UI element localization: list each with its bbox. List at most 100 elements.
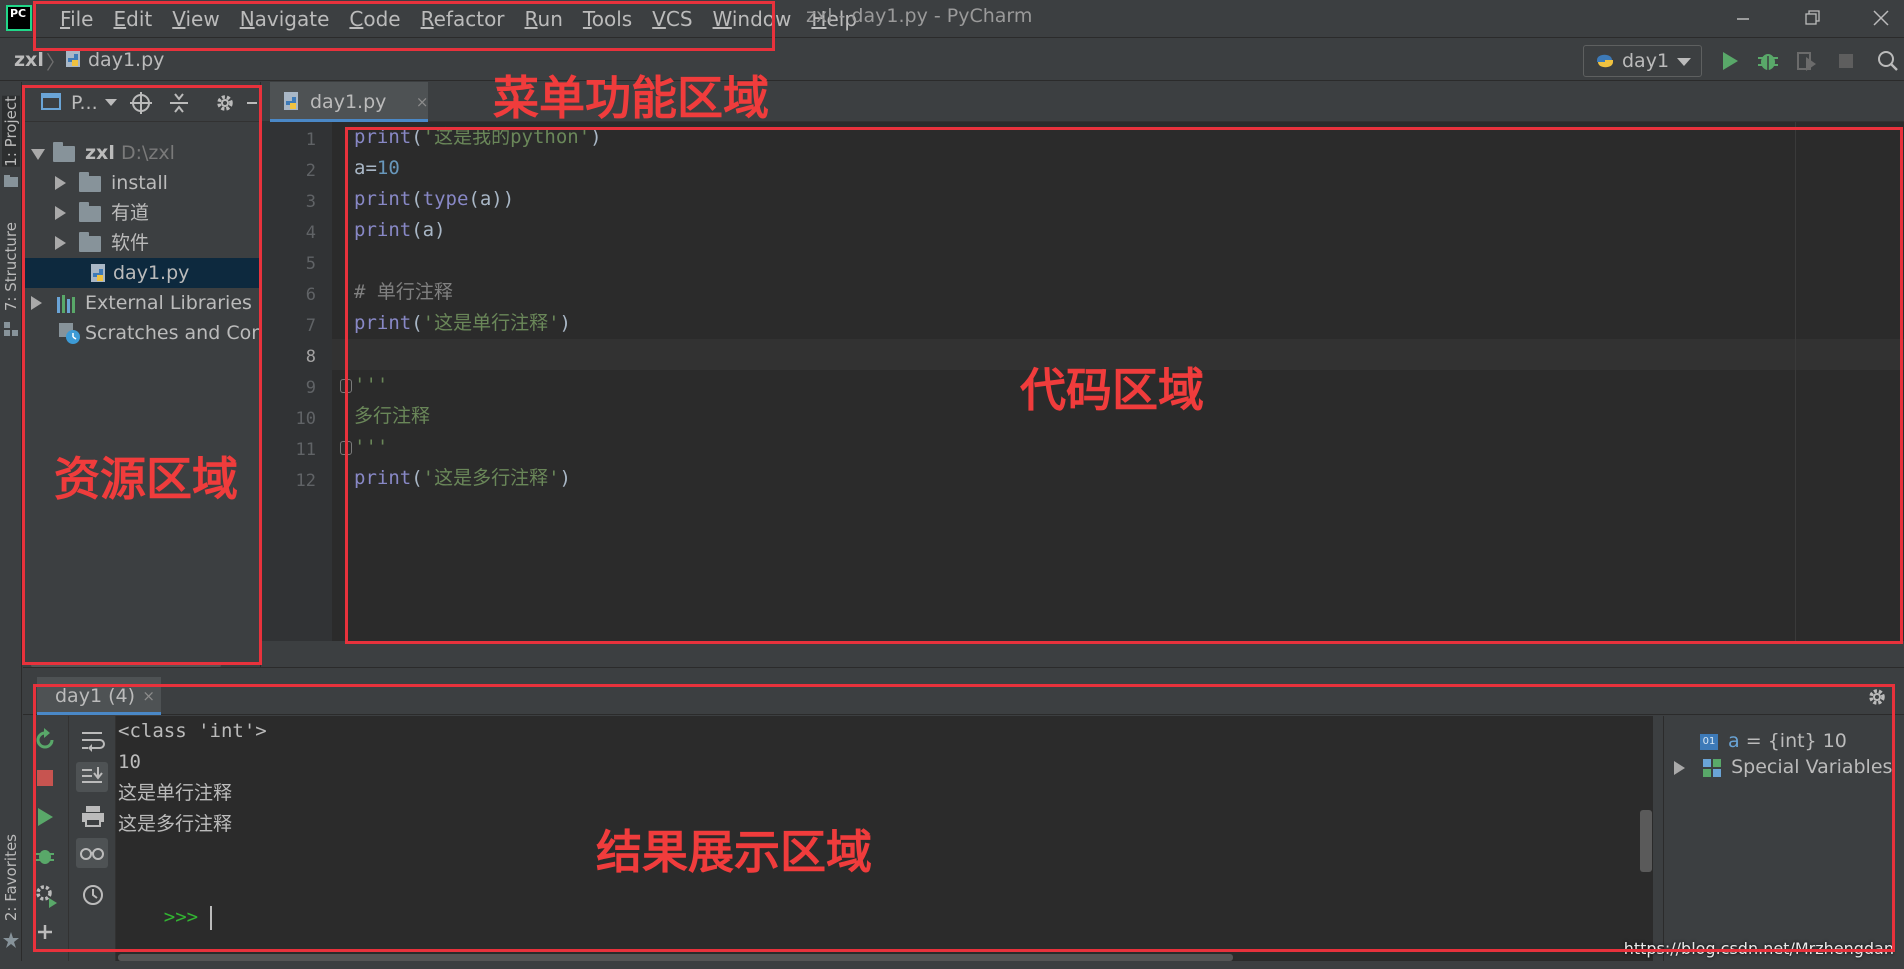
stop-icon[interactable] bbox=[1832, 47, 1860, 75]
minimize-icon[interactable] bbox=[1728, 4, 1758, 32]
python-console-output[interactable]: <class 'int'> 10 这是单行注释 这是多行注释 >>> bbox=[116, 716, 1653, 961]
hide-panel-icon[interactable] bbox=[247, 102, 257, 104]
debug-icon[interactable] bbox=[33, 844, 57, 868]
run-tab-label: day1 (4) bbox=[55, 685, 135, 707]
library-icon bbox=[57, 295, 79, 313]
project-view-selector[interactable]: P... bbox=[71, 92, 98, 114]
tab-day1-py[interactable]: day1.py × bbox=[270, 82, 429, 122]
tree-node-external-libraries[interactable]: External Libraries bbox=[23, 288, 261, 318]
code-token: ) bbox=[590, 126, 602, 148]
tab-run-day1[interactable]: day1 (4) × bbox=[37, 677, 161, 715]
line-number: 9 bbox=[305, 378, 316, 398]
project-tool-window: P... zxl D:\zxl install 有道 软件 day1.py Ex… bbox=[23, 82, 261, 668]
expand-arrow-icon[interactable] bbox=[55, 176, 66, 190]
scroll-to-end-icon[interactable] bbox=[76, 762, 108, 792]
tree-node-install[interactable]: install bbox=[23, 168, 261, 198]
pycharm-logo-icon: PC bbox=[6, 5, 32, 31]
expand-arrow-icon[interactable] bbox=[1674, 760, 1685, 775]
console-horizontal-scrollbar[interactable] bbox=[118, 954, 1233, 961]
console-vertical-scrollbar[interactable] bbox=[1640, 810, 1652, 872]
console-prompt: >>> bbox=[163, 906, 199, 928]
menu-item-vcs[interactable]: VCS bbox=[642, 6, 702, 32]
code-token: '这是我的python' bbox=[422, 126, 591, 148]
menu-item-refactor[interactable]: Refactor bbox=[411, 6, 515, 32]
expand-arrow-icon[interactable] bbox=[55, 236, 66, 250]
code-token: ( bbox=[411, 467, 423, 489]
tree-label: day1.py bbox=[113, 262, 190, 284]
debug-icon[interactable] bbox=[1754, 47, 1782, 75]
print-icon[interactable] bbox=[80, 804, 106, 828]
menu-item-window[interactable]: Window bbox=[703, 6, 802, 32]
run-toolbar-secondary bbox=[70, 716, 116, 961]
breadcrumb-project[interactable]: zxl bbox=[14, 49, 44, 71]
rerun-icon[interactable] bbox=[33, 728, 57, 752]
left-tool-stripe: 1: Project 7: Structure 2: Favorites bbox=[0, 82, 22, 969]
code-line: print(a) bbox=[354, 215, 446, 246]
menu-item-file[interactable]: File bbox=[50, 6, 103, 32]
project-view-icon bbox=[41, 93, 61, 111]
line-number: 6 bbox=[305, 285, 316, 305]
close-tab-icon[interactable]: × bbox=[142, 677, 155, 715]
tree-node-scratches[interactable]: Scratches and Consoles bbox=[23, 318, 261, 348]
tree-node-youdao[interactable]: 有道 bbox=[23, 198, 261, 228]
run-configuration-dropdown[interactable]: day1 bbox=[1583, 45, 1702, 77]
history-icon[interactable] bbox=[80, 882, 106, 908]
code-token: type bbox=[422, 188, 469, 210]
console-output-line: 这是多行注释 bbox=[118, 813, 233, 835]
collapse-all-icon[interactable] bbox=[167, 91, 191, 115]
search-icon[interactable] bbox=[1874, 47, 1902, 75]
code-line: ''' bbox=[354, 432, 388, 463]
tool-window-structure-tab[interactable]: 7: Structure bbox=[2, 222, 20, 311]
code-token: ) bbox=[559, 467, 571, 489]
expand-arrow-icon[interactable] bbox=[55, 206, 66, 220]
fold-marker-icon[interactable] bbox=[340, 379, 352, 393]
tree-node-software[interactable]: 软件 bbox=[23, 228, 261, 258]
code-token: print bbox=[354, 467, 412, 489]
menu-item-view[interactable]: View bbox=[162, 6, 229, 32]
menu-item-run[interactable]: Run bbox=[515, 6, 573, 32]
console-output-line: 这是单行注释 bbox=[118, 782, 233, 804]
menu-item-code[interactable]: Code bbox=[339, 6, 410, 32]
expand-arrow-icon[interactable] bbox=[31, 296, 42, 310]
expand-arrow-icon[interactable] bbox=[31, 149, 45, 160]
close-window-icon[interactable] bbox=[1866, 4, 1896, 32]
code-token: print bbox=[354, 219, 412, 241]
code-line: print('这是我的python') bbox=[354, 122, 602, 153]
panel-splitter[interactable] bbox=[23, 667, 1904, 675]
run-icon[interactable] bbox=[35, 806, 55, 828]
tree-node-root[interactable]: zxl D:\zxl bbox=[23, 138, 261, 168]
locate-file-icon[interactable] bbox=[129, 91, 153, 115]
code-line: a=10 bbox=[354, 153, 400, 184]
variable-row-special[interactable]: Special Variables bbox=[1674, 752, 1892, 782]
code-token: (a) bbox=[411, 219, 446, 241]
fold-marker-icon[interactable] bbox=[340, 441, 352, 455]
menu-item-navigate[interactable]: Navigate bbox=[230, 6, 340, 32]
menu-item-tools[interactable]: Tools bbox=[573, 6, 642, 32]
coverage-icon[interactable] bbox=[1792, 47, 1820, 75]
caret-row-highlight bbox=[332, 339, 1904, 370]
settings-run-icon[interactable] bbox=[33, 882, 59, 908]
menu-item-edit[interactable]: Edit bbox=[103, 6, 162, 32]
restore-icon[interactable] bbox=[1797, 4, 1827, 32]
gear-icon[interactable] bbox=[1865, 685, 1889, 709]
soft-wrap-icon[interactable] bbox=[80, 728, 106, 752]
gear-icon[interactable] bbox=[213, 91, 237, 115]
line-number: 11 bbox=[295, 440, 316, 460]
close-tab-icon[interactable]: × bbox=[416, 82, 429, 122]
console-prompt-line[interactable]: >>> bbox=[118, 871, 213, 930]
tool-window-project-tab[interactable]: 1: Project bbox=[2, 96, 20, 167]
code-editor[interactable]: print('这是我的python') a=10 print(type(a)) pri… bbox=[332, 122, 1904, 641]
add-icon[interactable] bbox=[35, 922, 55, 942]
int-variable-icon: 01 bbox=[1700, 733, 1718, 750]
tree-node-day1-py[interactable]: day1.py bbox=[23, 258, 261, 288]
run-icon[interactable] bbox=[1716, 47, 1744, 75]
line-number: 8 bbox=[305, 347, 316, 367]
stop-icon[interactable] bbox=[35, 768, 55, 788]
code-token: print bbox=[354, 188, 412, 210]
tool-window-favorites-tab[interactable]: 2: Favorites bbox=[2, 834, 20, 921]
breadcrumb-file[interactable]: day1.py bbox=[88, 49, 164, 71]
chevron-down-icon[interactable] bbox=[105, 99, 117, 106]
tree-label: External Libraries bbox=[85, 292, 252, 314]
line-number: 2 bbox=[305, 161, 316, 181]
show-variables-icon[interactable] bbox=[76, 838, 108, 868]
